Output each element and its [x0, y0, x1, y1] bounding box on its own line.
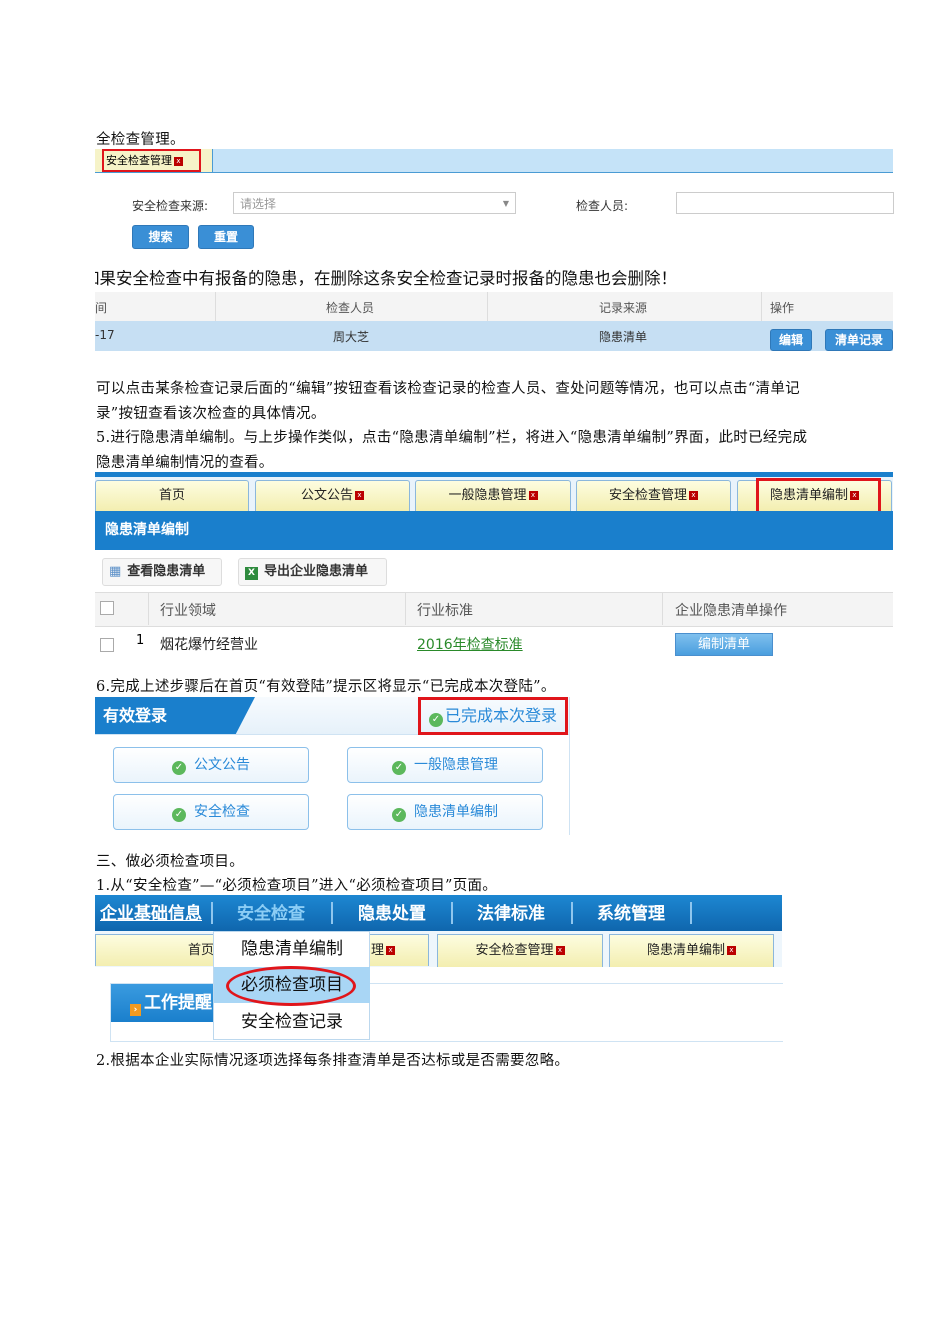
panel-title: 工作提醒	[144, 993, 212, 1013]
view-list-button[interactable]: ▦ 查看隐患清单	[102, 558, 222, 586]
work-reminder-panel: › 工作提醒	[111, 984, 221, 1022]
arrow-icon: ›	[130, 1004, 141, 1016]
button-label: 安全检查	[194, 804, 250, 820]
close-icon[interactable]: x	[355, 491, 364, 500]
tab-home[interactable]: 首页	[95, 480, 249, 511]
col-field: 行业领域	[160, 603, 216, 619]
cell-source: 隐患清单	[599, 330, 648, 344]
paragraph: 可以点击某条检查记录后面的“编辑”按钮查看该检查记录的检查人员、查处问题等情况，…	[96, 381, 800, 397]
nav-company-info[interactable]: 企业基础信息	[100, 899, 202, 924]
button-label: 一般隐患管理	[414, 757, 498, 773]
quick-link-hazard-list[interactable]: ✓ 隐患清单编制	[347, 794, 543, 830]
close-icon[interactable]: x	[174, 156, 183, 166]
select-placeholder: 请选择	[240, 197, 277, 211]
row-checkbox[interactable]	[100, 638, 114, 652]
search-button[interactable]: 搜索	[132, 225, 189, 249]
nav-law[interactable]: 法律标准	[477, 899, 545, 924]
close-icon[interactable]: x	[386, 946, 396, 955]
reset-button[interactable]: 重置	[198, 225, 254, 249]
nav-system[interactable]: 系统管理	[597, 899, 665, 924]
tab-label: 安全检查管理	[106, 154, 172, 167]
excel-icon: X	[245, 567, 258, 580]
section-title: 隐患清单编制	[95, 511, 893, 550]
login-status: ✓ 已完成本次登录	[418, 697, 568, 735]
tab-label: 公文公告	[300, 488, 353, 503]
close-icon[interactable]: x	[528, 491, 538, 500]
document-page: 全检查管理。 安全检查管理 x 安全检查来源: 请选择 ▼ 检查人员: 搜索 重置 …	[0, 0, 950, 1344]
table-icon: ▦	[109, 564, 122, 579]
nav-safety-check[interactable]: 安全检查	[237, 899, 305, 924]
edit-button[interactable]: 编辑	[770, 329, 812, 351]
col-action: 操作	[770, 301, 795, 315]
tab-notices[interactable]: 公文公告 x	[255, 480, 410, 511]
close-icon[interactable]: x	[727, 946, 736, 955]
compile-list-button[interactable]: 编制清单	[675, 633, 773, 656]
tab-bar	[95, 149, 893, 173]
cell-date: -17	[95, 328, 115, 342]
text-line: 全检查管理。	[96, 132, 185, 148]
check-circle-icon: ✓	[428, 713, 443, 727]
warning-text: 如果安全检查中有报备的隐患，在删除这条安全检查记录时报备的隐患也会删除！	[95, 269, 677, 288]
paragraph: 隐患清单编制情况的查看。	[96, 455, 274, 471]
cell-field: 烟花爆竹经营业	[160, 637, 258, 653]
paragraph: 5.进行隐患清单编制。与上步操作类似，点击“隐患清单编制”栏，将进入“隐患清单编…	[96, 430, 808, 446]
highlight-box	[756, 478, 881, 514]
check-circle-icon: ✓	[172, 808, 186, 822]
standard-link[interactable]: 2016年检查标准	[417, 634, 523, 654]
tab-hazard-management[interactable]: 一般隐患管理 x	[415, 480, 571, 511]
tab-safety-check[interactable]: 安全检查管理 x	[437, 934, 603, 967]
close-icon[interactable]: x	[555, 946, 565, 955]
col-operation: 企业隐患清单操作	[675, 603, 787, 619]
button-label: 隐患清单编制	[414, 804, 498, 820]
inspector-label: 检查人员:	[576, 199, 629, 213]
status-text: 已完成本次登录	[444, 706, 557, 725]
close-icon[interactable]: x	[689, 491, 698, 500]
highlight-ellipse	[226, 966, 356, 1006]
check-circle-icon: ✓	[172, 761, 186, 775]
menu-item-check-records[interactable]: 安全检查记录	[214, 1004, 370, 1040]
source-select[interactable]: 请选择 ▼	[233, 192, 516, 214]
col-standard: 行业标准	[417, 603, 473, 619]
quick-link-notices[interactable]: ✓ 公文公告	[113, 747, 309, 783]
tab-label: 安全检查管理	[475, 943, 554, 958]
paragraph: 三、做必须检查项目。	[96, 854, 244, 870]
record-button[interactable]: 清单记录	[825, 329, 893, 351]
select-all-checkbox[interactable]	[100, 601, 114, 615]
quick-link-hazard[interactable]: ✓ 一般隐患管理	[347, 747, 543, 783]
col-source: 记录来源	[599, 301, 648, 315]
paragraph: 1.从“安全检查”—“必须检查项目”进入“必须检查项目”页面。	[96, 878, 498, 894]
tab-label: 一般隐患管理	[448, 488, 527, 503]
col-inspector: 检查人员	[326, 301, 375, 315]
export-button[interactable]: X 导出企业隐患清单	[238, 558, 387, 586]
tab-safety-check[interactable]: 安全检查管理 x	[576, 480, 731, 511]
tab-label: 隐患清单编制	[646, 943, 725, 958]
menu-item-hazard-list[interactable]: 隐患清单编制	[214, 931, 370, 967]
col-date: 间	[95, 301, 108, 315]
quick-link-safety-check[interactable]: ✓ 安全检查	[113, 794, 309, 830]
button-label: 导出企业隐患清单	[264, 564, 369, 579]
paragraph: 录”按钮查看该次检查的具体情况。	[96, 406, 326, 422]
button-label: 公文公告	[194, 757, 250, 773]
tab-label: 安全检查管理	[608, 488, 687, 503]
check-circle-icon: ✓	[392, 761, 406, 775]
tab-label: 理	[371, 943, 385, 958]
check-circle-icon: ✓	[392, 808, 406, 822]
cell-inspector: 周大芝	[333, 330, 370, 344]
inspector-input[interactable]	[676, 192, 894, 214]
row-number: 1	[136, 633, 145, 648]
tab-hazard-list[interactable]: 隐患清单编制 x	[609, 934, 774, 967]
paragraph: 6.完成上述步骤后在首页“有效登陆”提示区将显示“已完成本次登陆”。	[96, 679, 556, 695]
nav-hazard[interactable]: 隐患处置	[358, 899, 426, 924]
button-label: 查看隐患清单	[127, 564, 206, 579]
login-panel-title: 有效登录	[95, 697, 255, 734]
paragraph: 2.根据本企业实际情况逐项选择每条排查清单是否达标或是否需要忽略。	[96, 1053, 570, 1069]
chevron-down-icon: ▼	[502, 199, 509, 208]
tab-safety-check[interactable]: 安全检查管理 x	[102, 149, 201, 172]
source-label: 安全检查来源:	[132, 199, 209, 213]
